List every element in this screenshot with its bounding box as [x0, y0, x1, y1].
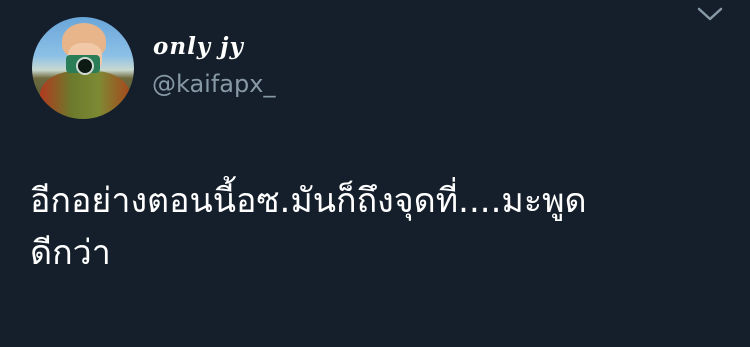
- avatar-camera-lens: [76, 57, 94, 75]
- tweet-card: only jy @kaifapx_ อีกอย่างตอนนี้อซ.มันก็…: [0, 0, 750, 347]
- avatar-jacket: [40, 71, 130, 119]
- tweet-text-line-1: อีกอย่างตอนนี้อซ.มันก็ถึงจุดที่....มะพูด: [30, 181, 587, 221]
- user-handle[interactable]: @kaifapx_: [152, 70, 275, 98]
- chevron-down-icon: [697, 7, 723, 21]
- display-name[interactable]: only jy: [153, 33, 244, 60]
- more-options-button[interactable]: [695, 4, 725, 24]
- tweet-text-line-2: ดีกว่า: [30, 233, 111, 273]
- avatar[interactable]: [32, 17, 134, 119]
- tweet-text: อีกอย่างตอนนี้อซ.มันก็ถึงจุดที่....มะพูด…: [30, 175, 720, 279]
